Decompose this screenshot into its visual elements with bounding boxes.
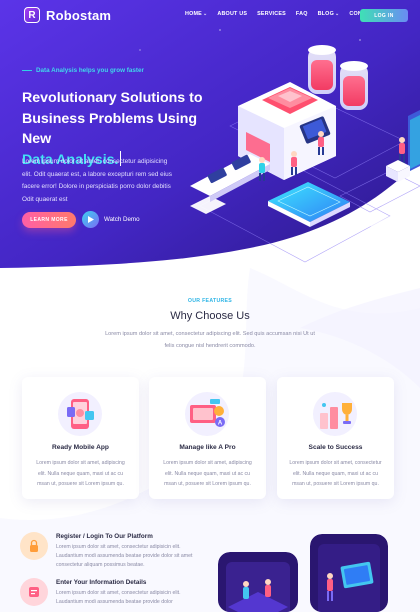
- manage-pro-icon: A: [185, 392, 229, 436]
- feature-card-text: Lorem ipsum dolor sit amet, consectetur …: [289, 460, 382, 487]
- chevron-down-icon: ⌄: [202, 11, 208, 17]
- scale-success-icon: [313, 392, 357, 436]
- features-title: Why Choose Us: [170, 310, 250, 322]
- logo-mark-icon: R: [24, 7, 40, 23]
- feature-card-title: Manage like A Pro: [179, 444, 236, 451]
- tagline-divider: [22, 70, 32, 71]
- feature-card-text: Lorem ipsum dolor sit amet, adipiscing e…: [36, 460, 125, 487]
- feature-card-scale[interactable]: Scale to Success Lorem ipsum dolor sit a…: [277, 377, 394, 499]
- nav-item-services[interactable]: SERVICES: [257, 11, 286, 17]
- feature-card-title: Ready Mobile App: [52, 444, 109, 451]
- step-text: Lorem ipsum dolor sit amet, consectetur …: [56, 590, 181, 605]
- nav-item-blog[interactable]: BLOG⌄: [318, 11, 340, 17]
- feature-card-manage[interactable]: A Manage like A Pro Lorem ipsum dolor si…: [149, 377, 266, 499]
- step-register: Register / Login To Our Platform Lorem i…: [20, 532, 210, 572]
- data-analysis-illustration: [190, 45, 420, 263]
- top-navbar: R Robostam HOME⌄ ABOUT US SERVICES FAQ B…: [0, 0, 420, 30]
- hero-tagline: Data Analysis helps you grow faster: [22, 67, 144, 74]
- svg-text:A: A: [218, 421, 223, 427]
- features-eyebrow: OUR FEATURES: [187, 298, 233, 304]
- step-enter-info: Enter Your Information Details Lorem ips…: [20, 578, 210, 612]
- watch-demo-button[interactable]: Watch Demo: [82, 211, 140, 228]
- step-text: Lorem ipsum dolor sit amet, consectetur …: [56, 544, 193, 568]
- nav-item-home[interactable]: HOME⌄: [185, 11, 207, 17]
- nav-item-label: HOME: [185, 11, 202, 17]
- app-screen-mockup-left: [218, 552, 298, 612]
- hero-section: R Robostam HOME⌄ ABOUT US SERVICES FAQ B…: [0, 0, 420, 268]
- nav-item-label: SERVICES: [257, 11, 286, 17]
- app-screen-mockup-right: [310, 534, 388, 612]
- chevron-down-icon: ⌄: [334, 11, 340, 17]
- login-button[interactable]: LOG IN: [360, 9, 408, 22]
- features-subtitle: Lorem ipsum dolor sit amet, consectetur …: [105, 331, 315, 349]
- nav-item-faq[interactable]: FAQ: [296, 11, 308, 17]
- info-details-icon: [20, 578, 48, 606]
- watch-demo-label: Watch Demo: [104, 216, 140, 223]
- play-icon: [82, 211, 99, 228]
- learn-more-button[interactable]: LEARN MORE: [22, 212, 76, 228]
- step-title: Enter Your Information Details: [56, 579, 147, 586]
- main-menu: HOME⌄ ABOUT US SERVICES FAQ BLOG⌄ CONTAC…: [185, 11, 387, 17]
- nav-item-about[interactable]: ABOUT US: [217, 11, 247, 17]
- feature-card-text: Lorem ipsum dolor sit amet, adipiscing e…: [163, 460, 252, 487]
- user-lock-icon: [20, 532, 48, 560]
- mobile-app-icon: [58, 392, 102, 436]
- tagline-text: Data Analysis helps you grow faster: [36, 67, 144, 74]
- brand-name: Robostam: [46, 7, 112, 23]
- feature-card-title: Scale to Success: [308, 444, 363, 451]
- nav-item-label: ABOUT US: [217, 11, 248, 17]
- hero-description: Lorem ipsum dolor sit amet, consectetur …: [22, 158, 172, 203]
- step-title: Register / Login To Our Platform: [56, 533, 153, 540]
- feature-card-mobile[interactable]: Ready Mobile App Lorem ipsum dolor sit a…: [22, 377, 139, 499]
- nav-item-label: FAQ: [295, 11, 308, 17]
- brand-logo[interactable]: R Robostam: [24, 7, 111, 23]
- nav-item-label: BLOG: [317, 11, 334, 17]
